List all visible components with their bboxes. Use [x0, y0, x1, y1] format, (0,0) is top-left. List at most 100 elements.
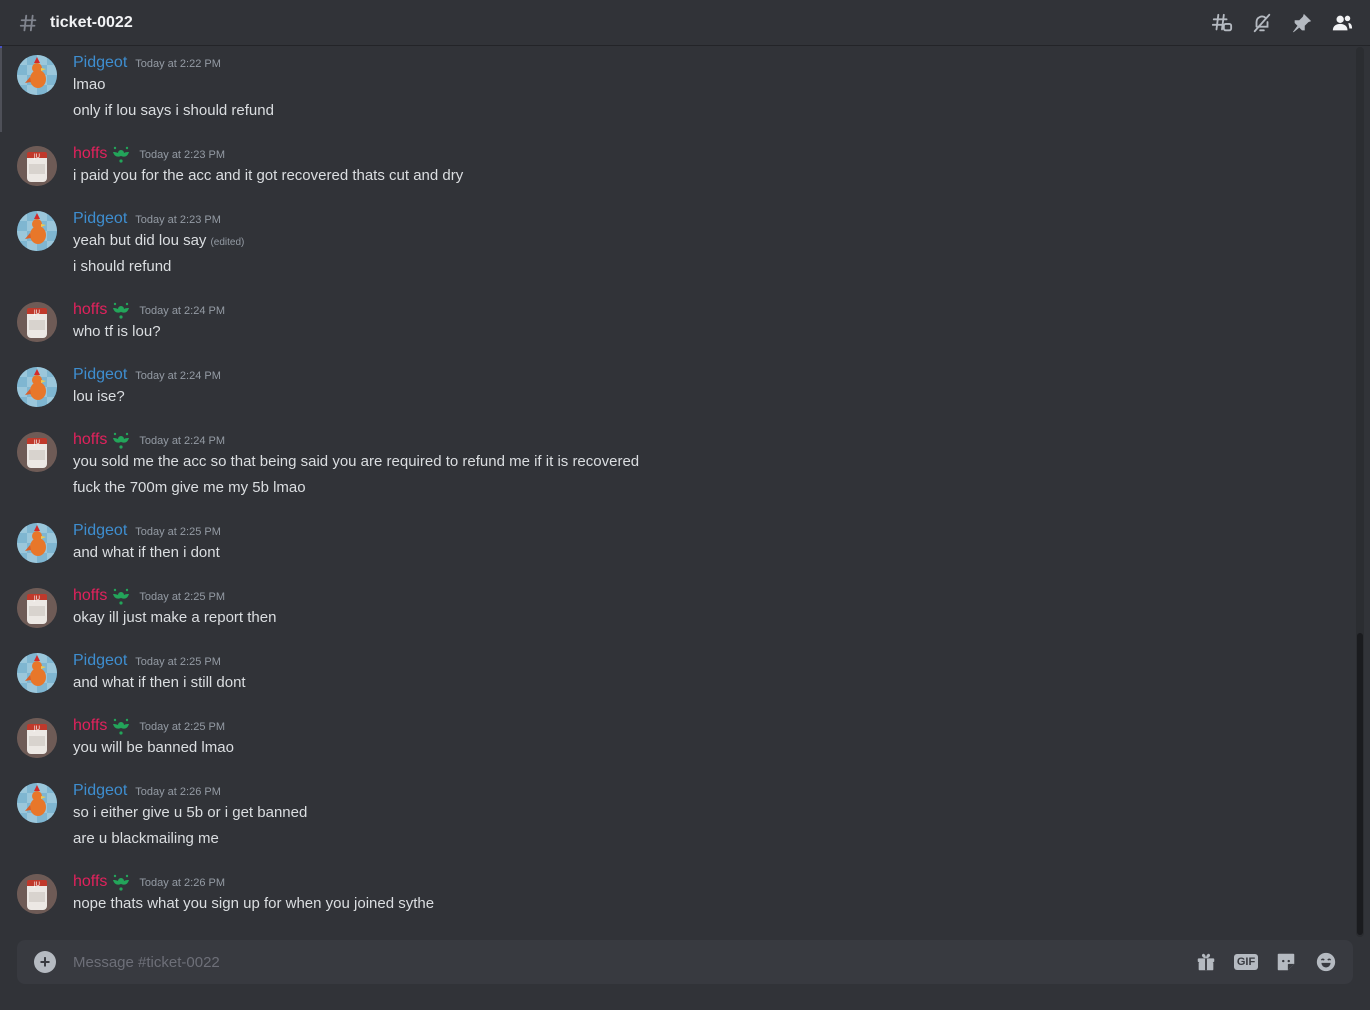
- timestamp[interactable]: Today at 2:25 PM: [135, 526, 221, 538]
- message-text: who tf is lou?: [73, 321, 161, 343]
- role-badge-icon[interactable]: [111, 872, 131, 892]
- message-text: yeah but did lou say (edited): [73, 230, 244, 254]
- gif-icon[interactable]: GIF: [1233, 950, 1259, 974]
- channel-title: ticket-0022: [50, 13, 133, 31]
- avatar[interactable]: JU: [17, 302, 57, 342]
- composer-tools: GIF: [1193, 950, 1339, 974]
- avatar[interactable]: JU: [17, 432, 57, 472]
- avatar[interactable]: [17, 783, 57, 823]
- notifications-muted-icon[interactable]: [1250, 11, 1274, 35]
- message-text-content: yeah but did lou say: [73, 232, 207, 249]
- timestamp[interactable]: Today at 2:23 PM: [139, 149, 225, 161]
- message-input[interactable]: Message #ticket-0022: [73, 954, 1193, 971]
- message-header: Pidgeot Today at 2:26 PM: [73, 781, 221, 801]
- edited-label: (edited): [210, 237, 245, 248]
- username[interactable]: hoffs: [73, 872, 107, 892]
- username[interactable]: hoffs: [73, 300, 107, 320]
- role-badge-icon[interactable]: [111, 300, 131, 320]
- message-text-content: and what if then i still dont: [73, 674, 246, 691]
- avatar[interactable]: [17, 55, 57, 95]
- message-text: lou ise?: [73, 386, 125, 408]
- attach-plus-icon[interactable]: +: [34, 951, 56, 973]
- timestamp[interactable]: Today at 2:25 PM: [139, 591, 225, 603]
- message-header: Pidgeot Today at 2:24 PM: [73, 365, 221, 385]
- message-header: hoffs Today at 2:25 PM: [73, 586, 225, 606]
- timestamp[interactable]: Today at 2:22 PM: [135, 58, 221, 70]
- pin-icon[interactable]: [1290, 11, 1314, 35]
- message-text: and what if then i still dont: [73, 672, 246, 694]
- threaded-channel-icon: [18, 11, 42, 35]
- message-header: hoffs Today at 2:26 PM: [73, 872, 225, 892]
- avatar[interactable]: [17, 523, 57, 563]
- role-badge-icon[interactable]: [111, 586, 131, 606]
- timestamp[interactable]: Today at 2:25 PM: [139, 721, 225, 733]
- message-text-content: are u blackmailing me: [73, 830, 219, 847]
- username[interactable]: hoffs: [73, 144, 107, 164]
- svg-text:JU: JU: [33, 153, 40, 160]
- timestamp[interactable]: Today at 2:23 PM: [135, 214, 221, 226]
- message-text: and what if then i dont: [73, 542, 220, 564]
- timestamp[interactable]: Today at 2:26 PM: [139, 877, 225, 889]
- message-list[interactable]: Pidgeot Today at 2:22 PM lmao only if lou s…: [0, 47, 1356, 937]
- svg-text:JU: JU: [33, 595, 40, 602]
- message-text-content: so i either give u 5b or i get banned: [73, 804, 308, 821]
- role-badge-icon[interactable]: [111, 430, 131, 450]
- gift-icon[interactable]: [1193, 950, 1219, 974]
- message-text: you will be banned lmao: [73, 737, 234, 759]
- avatar[interactable]: JU: [17, 874, 57, 914]
- message-text-content: lmao: [73, 76, 106, 93]
- message-text-content: okay ill just make a report then: [73, 609, 277, 626]
- username[interactable]: Pidgeot: [73, 651, 127, 671]
- scrollbar-thumb[interactable]: [1357, 633, 1363, 935]
- emoji-icon[interactable]: [1313, 950, 1339, 974]
- username[interactable]: hoffs: [73, 586, 107, 606]
- username[interactable]: Pidgeot: [73, 53, 127, 73]
- message-text: i should refund: [73, 256, 171, 278]
- message-header: Pidgeot Today at 2:22 PM: [73, 53, 221, 73]
- message-text: only if lou says i should refund: [73, 100, 274, 122]
- header-toolbar: [1210, 11, 1354, 35]
- message-text: nope thats what you sign up for when you…: [73, 893, 434, 915]
- message-text-content: lou ise?: [73, 388, 125, 405]
- svg-text:JU: JU: [33, 725, 40, 732]
- username[interactable]: Pidgeot: [73, 365, 127, 385]
- avatar[interactable]: JU: [17, 146, 57, 186]
- avatar[interactable]: JU: [17, 588, 57, 628]
- svg-text:JU: JU: [33, 309, 40, 316]
- avatar[interactable]: [17, 367, 57, 407]
- role-badge-icon[interactable]: [111, 716, 131, 736]
- timestamp[interactable]: Today at 2:26 PM: [135, 786, 221, 798]
- message-text-content: nope thats what you sign up for when you…: [73, 895, 435, 912]
- message-text-content: you will be banned lmao: [73, 739, 234, 756]
- username[interactable]: hoffs: [73, 716, 107, 736]
- message-text: so i either give u 5b or i get banned: [73, 802, 307, 824]
- message-header: hoffs Today at 2:24 PM: [73, 430, 225, 450]
- message-text: fuck the 700m give me my 5b lmao: [73, 477, 306, 499]
- role-badge-icon[interactable]: [111, 144, 131, 164]
- message-text-content: only if lou says i should refund: [73, 102, 274, 119]
- svg-text:JU: JU: [33, 881, 40, 888]
- channel-header: ticket-0022: [0, 0, 1370, 46]
- message-header: hoffs Today at 2:24 PM: [73, 300, 225, 320]
- message-text: lmao: [73, 74, 106, 96]
- username[interactable]: Pidgeot: [73, 521, 127, 541]
- message-text: you sold me the acc so that being said y…: [73, 451, 639, 473]
- member-list-icon[interactable]: [1330, 11, 1354, 35]
- message-header: Pidgeot Today at 2:25 PM: [73, 651, 221, 671]
- timestamp[interactable]: Today at 2:25 PM: [135, 656, 221, 668]
- message-text-content: who tf is lou?: [73, 323, 161, 340]
- timestamp[interactable]: Today at 2:24 PM: [139, 305, 225, 317]
- avatar[interactable]: JU: [17, 718, 57, 758]
- username[interactable]: Pidgeot: [73, 781, 127, 801]
- username[interactable]: hoffs: [73, 430, 107, 450]
- sticker-icon[interactable]: [1273, 950, 1299, 974]
- threads-icon[interactable]: [1210, 11, 1234, 35]
- avatar[interactable]: [17, 211, 57, 251]
- username[interactable]: Pidgeot: [73, 209, 127, 229]
- avatar[interactable]: [17, 653, 57, 693]
- timestamp[interactable]: Today at 2:24 PM: [135, 370, 221, 382]
- message-text-content: i paid you for the acc and it got recove…: [73, 167, 464, 184]
- timestamp[interactable]: Today at 2:24 PM: [139, 435, 225, 447]
- message-text-content: fuck the 700m give me my 5b lmao: [73, 479, 306, 496]
- message-text: okay ill just make a report then: [73, 607, 276, 629]
